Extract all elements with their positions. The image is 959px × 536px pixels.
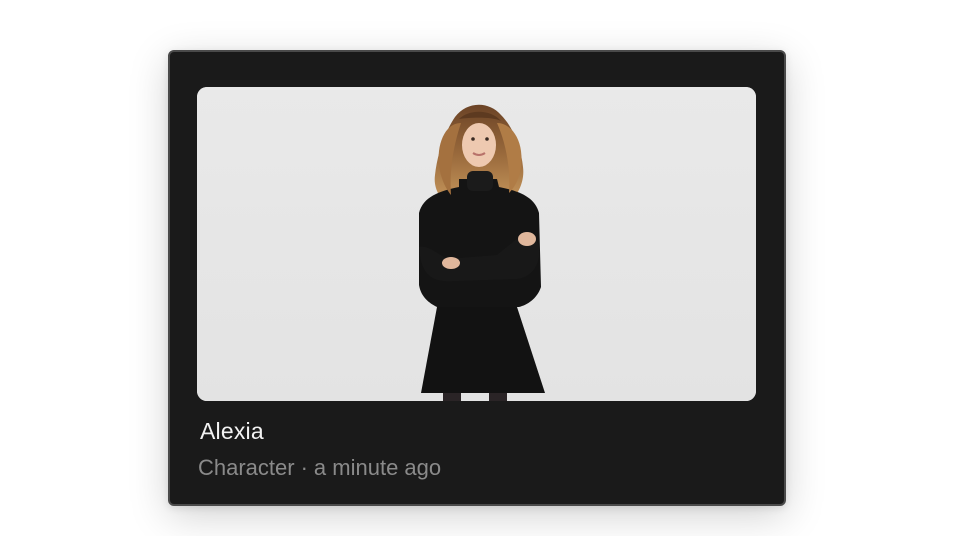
card-meta: Character · a minute ago (198, 455, 441, 481)
card-title: Alexia (200, 418, 264, 444)
card-timestamp: a minute ago (313, 455, 442, 480)
character-portrait-image (197, 87, 756, 401)
meta-separator: · (300, 455, 308, 480)
card-type: Character (198, 455, 295, 480)
character-thumbnail[interactable] (197, 87, 756, 401)
character-card[interactable]: Alexia Character · a minute ago (168, 50, 786, 506)
